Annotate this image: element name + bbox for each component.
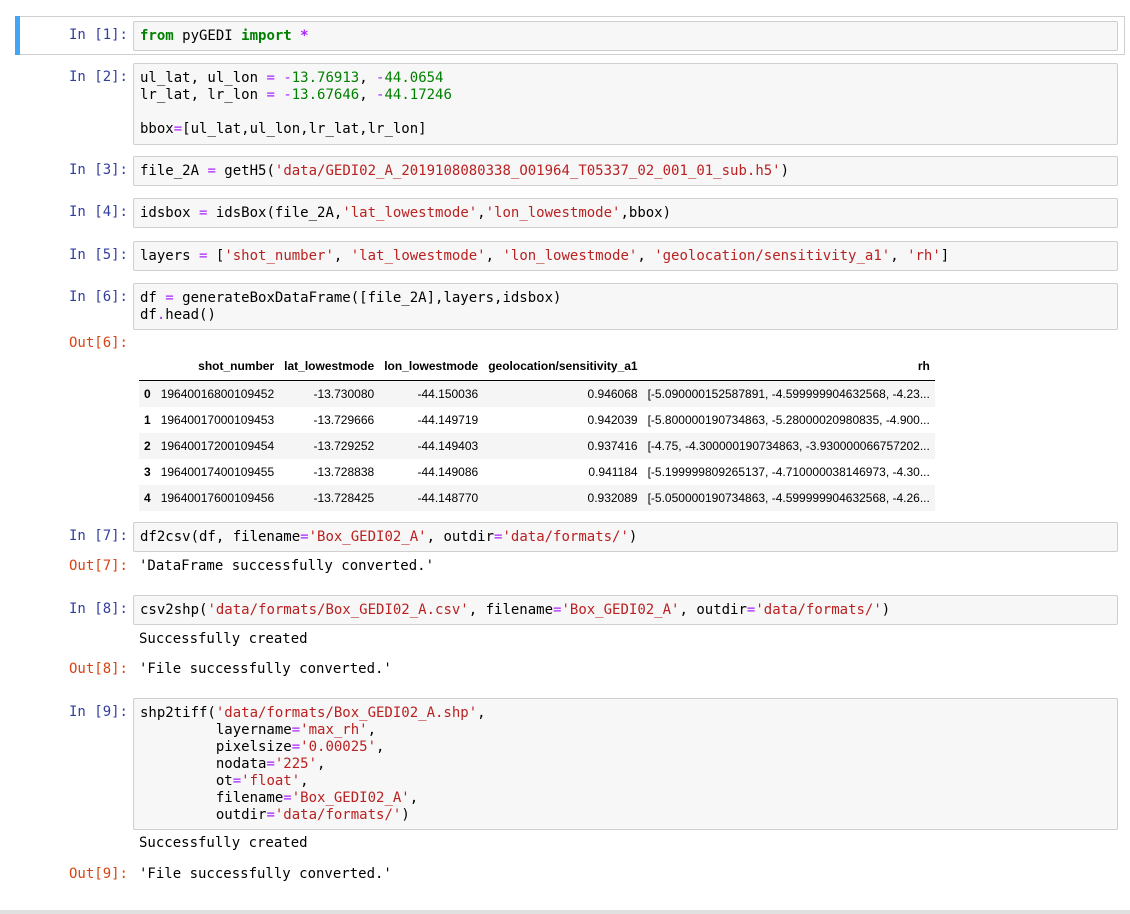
cell-4-input[interactable]: idsbox = idsBox(file_2A,'lat_lowestmode'… bbox=[133, 198, 1118, 228]
cell-2-code: ul_lat, ul_lon = -13.76913, -44.0654 lr_… bbox=[140, 70, 452, 137]
cell-sensitivity: 0.937416 bbox=[587, 439, 638, 453]
cell-9-out-prompt: Out[9]: bbox=[68, 866, 128, 882]
cell-7-input[interactable]: df2csv(df, filename='Box_GEDI02_A', outd… bbox=[133, 522, 1118, 552]
cell-5-input[interactable]: layers = ['shot_number', 'lat_lowestmode… bbox=[133, 241, 1118, 271]
notebook-bottom-border bbox=[0, 910, 1130, 914]
column-header: lon_lowestmode bbox=[379, 352, 484, 381]
cell-shot-number: 19640016800109452 bbox=[160, 387, 275, 401]
cell-lon: -44.149719 bbox=[417, 413, 479, 427]
cell-9-output: 'File successfully converted.' bbox=[139, 866, 392, 882]
table-row: 3 19640017400109455 -13.728838 -44.14908… bbox=[139, 459, 935, 485]
table-row: 2 19640017200109454 -13.729252 -44.14940… bbox=[139, 433, 935, 459]
cell-shot-number: 19640017400109455 bbox=[160, 465, 275, 479]
cell-9-prompt: In [9]: bbox=[68, 704, 128, 720]
cell-8-output: 'File successfully converted.' bbox=[139, 661, 392, 677]
cell-6-out-prompt: Out[6]: bbox=[68, 335, 128, 351]
cell-lat: -13.728838 bbox=[313, 465, 375, 479]
cell-6-code: df = generateBoxDataFrame([file_2A],laye… bbox=[140, 290, 562, 323]
cell-sensitivity: 0.942039 bbox=[587, 413, 638, 427]
cell-3-code: file_2A = getH5('data/GEDI02_A_201910808… bbox=[140, 163, 790, 179]
cell-2-input[interactable]: ul_lat, ul_lon = -13.76913, -44.0654 lr_… bbox=[133, 63, 1118, 145]
cell-8-out-prompt: Out[8]: bbox=[68, 661, 128, 677]
cell-8-input[interactable]: csv2shp('data/formats/Box_GEDI02_A.csv',… bbox=[133, 595, 1118, 625]
cell-8-stdout: Successfully created bbox=[139, 631, 308, 647]
cell-lat: -13.729666 bbox=[313, 413, 375, 427]
cell-lat: -13.729252 bbox=[313, 439, 375, 453]
cell-sensitivity: 0.946068 bbox=[587, 387, 638, 401]
cell-rh: [-5.800000190734863, -5.28000020980835, … bbox=[647, 413, 930, 427]
cell-lon: -44.149086 bbox=[417, 465, 479, 479]
row-index: 2 bbox=[144, 439, 151, 453]
cell-shot-number: 19640017000109453 bbox=[160, 413, 275, 427]
cell-6-prompt: In [6]: bbox=[68, 289, 128, 305]
cell-7-prompt: In [7]: bbox=[68, 528, 128, 544]
cell-8-code: csv2shp('data/formats/Box_GEDI02_A.csv',… bbox=[140, 602, 891, 618]
cell-rh: [-5.090000152587891, -4.599999904632568,… bbox=[647, 387, 930, 401]
table-row: 4 19640017600109456 -13.728425 -44.14877… bbox=[139, 485, 935, 511]
cell-6-input[interactable]: df = generateBoxDataFrame([file_2A],laye… bbox=[133, 283, 1118, 330]
cell-7-code: df2csv(df, filename='Box_GEDI02_A', outd… bbox=[140, 529, 638, 545]
cell-lon: -44.148770 bbox=[417, 491, 479, 505]
cell-lat: -13.728425 bbox=[313, 491, 375, 505]
column-header: geolocation/sensitivity_a1 bbox=[483, 352, 643, 381]
cell-1-input[interactable]: from pyGEDI import * bbox=[133, 21, 1118, 51]
row-index: 0 bbox=[144, 387, 151, 401]
cell-8-prompt: In [8]: bbox=[68, 601, 128, 617]
cell-rh: [-5.050000190734863, -4.599999904632568,… bbox=[647, 491, 930, 505]
cell-lat: -13.730080 bbox=[313, 387, 375, 401]
dataframe-table: shot_number lat_lowestmode lon_lowestmod… bbox=[139, 352, 935, 511]
column-header: shot_number bbox=[155, 352, 280, 381]
cell-3-prompt: In [3]: bbox=[68, 162, 128, 178]
cell-9-stdout: Successfully created bbox=[139, 835, 308, 851]
cell-lon: -44.150036 bbox=[417, 387, 479, 401]
cell-5-prompt: In [5]: bbox=[68, 247, 128, 263]
row-index: 4 bbox=[144, 491, 151, 505]
cell-4-prompt: In [4]: bbox=[68, 204, 128, 220]
cell-3-input[interactable]: file_2A = getH5('data/GEDI02_A_201910808… bbox=[133, 156, 1118, 186]
row-index: 3 bbox=[144, 465, 151, 479]
cell-4-code: idsbox = idsBox(file_2A,'lat_lowestmode'… bbox=[140, 205, 672, 221]
cell-5-code: layers = ['shot_number', 'lat_lowestmode… bbox=[140, 248, 950, 264]
cell-2-prompt: In [2]: bbox=[68, 69, 128, 85]
cell-shot-number: 19640017600109456 bbox=[160, 491, 275, 505]
table-header-row: shot_number lat_lowestmode lon_lowestmod… bbox=[139, 352, 935, 381]
column-header: lat_lowestmode bbox=[279, 352, 380, 381]
cell-1-prompt: In [1]: bbox=[68, 27, 128, 43]
column-header: rh bbox=[642, 352, 935, 381]
cell-1-code: from pyGEDI import * bbox=[140, 28, 309, 44]
cell-rh: [-5.199999809265137, -4.710000038146973,… bbox=[647, 465, 930, 479]
cell-shot-number: 19640017200109454 bbox=[160, 439, 275, 453]
cell-sensitivity: 0.932089 bbox=[587, 491, 638, 505]
column-header bbox=[139, 352, 156, 381]
row-index: 1 bbox=[144, 413, 151, 427]
cell-lon: -44.149403 bbox=[417, 439, 479, 453]
cell-7-out-prompt: Out[7]: bbox=[68, 558, 128, 574]
cell-9-input[interactable]: shp2tiff('data/formats/Box_GEDI02_A.shp'… bbox=[133, 698, 1118, 830]
table-row: 0 19640016800109452 -13.730080 -44.15003… bbox=[139, 380, 935, 407]
cell-9-code: shp2tiff('data/formats/Box_GEDI02_A.shp'… bbox=[140, 705, 486, 823]
table-row: 1 19640017000109453 -13.729666 -44.14971… bbox=[139, 407, 935, 433]
cell-7-output: 'DataFrame successfully converted.' bbox=[139, 558, 435, 574]
cell-rh: [-4.75, -4.300000190734863, -3.930000066… bbox=[647, 439, 930, 453]
cell-sensitivity: 0.941184 bbox=[588, 465, 638, 479]
